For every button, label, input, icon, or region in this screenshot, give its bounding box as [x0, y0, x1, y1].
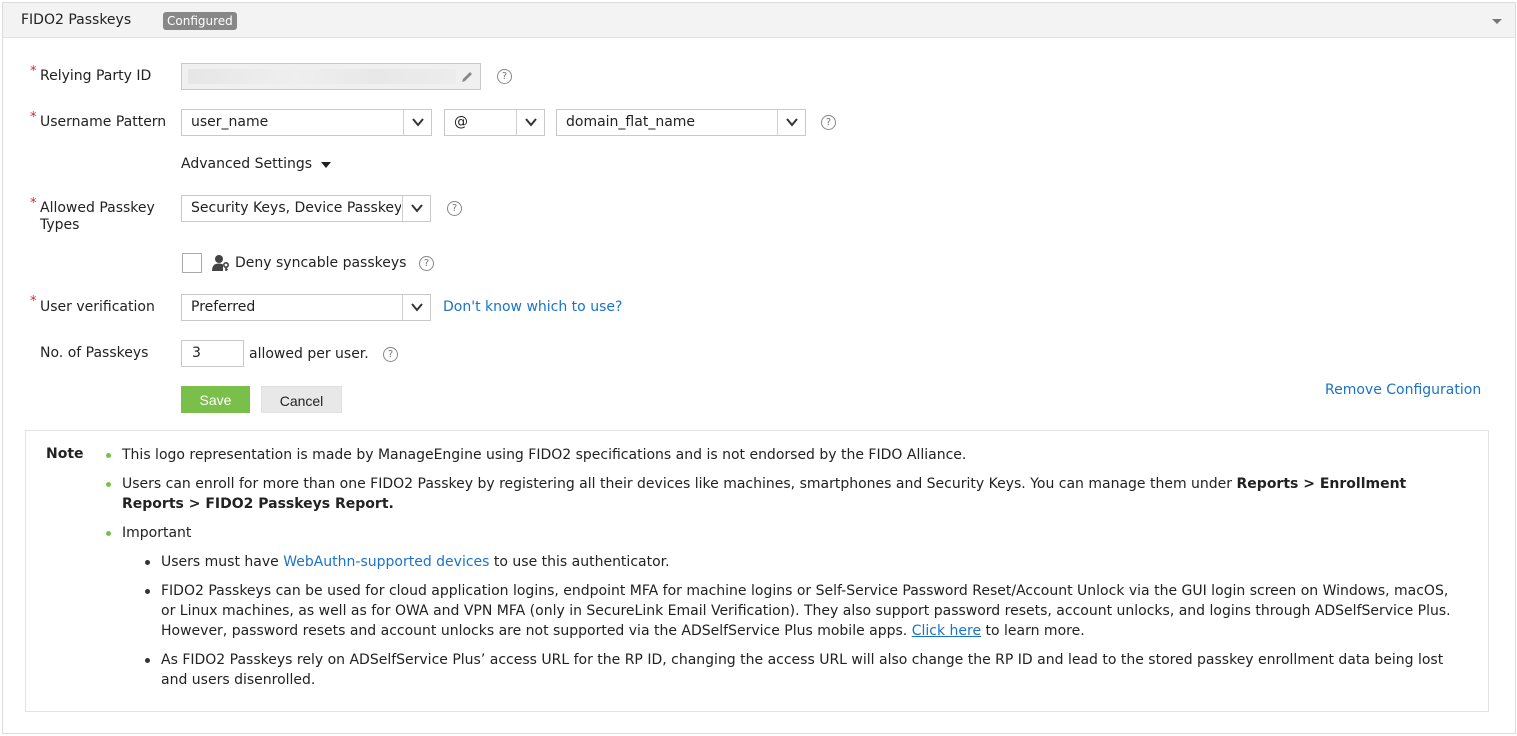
- webauthn-devices-link[interactable]: WebAuthn-supported devices: [283, 554, 489, 570]
- help-icon[interactable]: ?: [447, 201, 462, 216]
- chevron-down-icon: [412, 118, 424, 127]
- remove-configuration-link[interactable]: Remove Configuration: [1325, 382, 1481, 398]
- configured-badge: Configured: [163, 12, 237, 30]
- note-item-text: FIDO2 Passkeys can be used for cloud app…: [161, 583, 1451, 639]
- list-item: This logo representation is made by Mana…: [104, 445, 1464, 465]
- user-key-icon: [212, 255, 230, 271]
- list-item: FIDO2 Passkeys can be used for cloud app…: [122, 581, 1464, 641]
- chevron-down-icon: [786, 118, 798, 127]
- chevron-down-icon: [411, 204, 423, 213]
- note-title: Note: [46, 446, 84, 462]
- note-list: This logo representation is made by Mana…: [104, 445, 1464, 699]
- deny-syncable-label: Deny syncable passkeys: [235, 255, 407, 271]
- help-icon[interactable]: ?: [383, 347, 398, 362]
- save-button[interactable]: Save: [181, 386, 250, 413]
- allowed-passkey-types-value: Security Keys, Device Passkeys: [191, 200, 401, 216]
- note-item-text: to use this authenticator.: [489, 554, 670, 570]
- required-mark: *: [30, 196, 37, 211]
- dropdown-arrow[interactable]: [402, 295, 430, 320]
- dropdown-arrow[interactable]: [777, 110, 805, 135]
- deny-syncable-checkbox[interactable]: [182, 253, 202, 273]
- relying-party-id-input[interactable]: [181, 63, 481, 90]
- username-separator-select[interactable]: @: [444, 109, 545, 136]
- required-mark: *: [30, 110, 37, 125]
- username-separator-value: @: [454, 114, 468, 130]
- required-mark: *: [30, 64, 37, 79]
- pencil-icon[interactable]: [460, 70, 474, 84]
- user-verification-select[interactable]: Preferred: [181, 294, 431, 321]
- list-item: Important Users must have WebAuthn-suppo…: [104, 523, 1464, 690]
- num-passkeys-value: 3: [192, 345, 201, 361]
- username-pattern-select-2[interactable]: domain_flat_name: [556, 109, 806, 136]
- user-verification-value: Preferred: [191, 299, 256, 315]
- help-icon[interactable]: ?: [497, 69, 512, 84]
- list-item: Users can enroll for more than one FIDO2…: [104, 474, 1464, 514]
- help-icon[interactable]: ?: [821, 115, 836, 130]
- chevron-down-icon[interactable]: [1491, 15, 1503, 27]
- caret-down-icon[interactable]: [321, 162, 331, 168]
- note-box: Note This logo representation is made by…: [25, 430, 1489, 712]
- list-item: As FIDO2 Passkeys rely on ADSelfService …: [122, 650, 1464, 690]
- note-item-text: to learn more.: [981, 623, 1085, 639]
- important-sub-list: Users must have WebAuthn-supported devic…: [122, 552, 1464, 690]
- num-passkeys-input[interactable]: 3: [181, 340, 244, 367]
- chevron-down-icon: [411, 303, 423, 312]
- note-item-text: As FIDO2 Passkeys rely on ADSelfService …: [161, 652, 1444, 688]
- note-item-text: Users can enroll for more than one FIDO2…: [122, 476, 1237, 492]
- username-pattern-value-1: user_name: [191, 114, 269, 130]
- dropdown-arrow[interactable]: [516, 110, 544, 135]
- click-here-link[interactable]: Click here: [912, 623, 981, 639]
- user-verification-label: User verification: [40, 299, 155, 315]
- allowed-passkey-types-label: Allowed Passkey Types: [40, 200, 155, 233]
- dropdown-arrow[interactable]: [402, 196, 430, 221]
- relying-party-id-value: [188, 69, 456, 84]
- advanced-settings-toggle[interactable]: Advanced Settings: [181, 156, 312, 172]
- num-passkeys-suffix: allowed per user.: [249, 346, 369, 362]
- num-passkeys-label: No. of Passkeys: [40, 345, 149, 361]
- username-pattern-select-1[interactable]: user_name: [181, 109, 432, 136]
- username-pattern-value-2: domain_flat_name: [566, 114, 696, 130]
- note-item-text: Users must have: [161, 554, 284, 570]
- required-mark: *: [30, 294, 37, 309]
- note-item-text: This logo representation is made by Mana…: [122, 447, 967, 463]
- list-item: Users must have WebAuthn-supported devic…: [122, 552, 1464, 572]
- dropdown-arrow[interactable]: [403, 110, 431, 135]
- username-pattern-label: Username Pattern: [40, 114, 167, 130]
- panel-title: FIDO2 Passkeys: [21, 12, 132, 28]
- chevron-down-icon: [525, 118, 537, 127]
- panel-header[interactable]: FIDO2 Passkeys Configured: [3, 3, 1515, 38]
- cancel-button[interactable]: Cancel: [261, 386, 342, 413]
- dont-know-which-link[interactable]: Don't know which to use?: [443, 299, 622, 315]
- help-icon[interactable]: ?: [419, 256, 434, 271]
- note-item-text: Important: [122, 525, 192, 541]
- allowed-passkey-types-select[interactable]: Security Keys, Device Passkeys: [181, 195, 431, 222]
- relying-party-id-label: Relying Party ID: [40, 68, 152, 84]
